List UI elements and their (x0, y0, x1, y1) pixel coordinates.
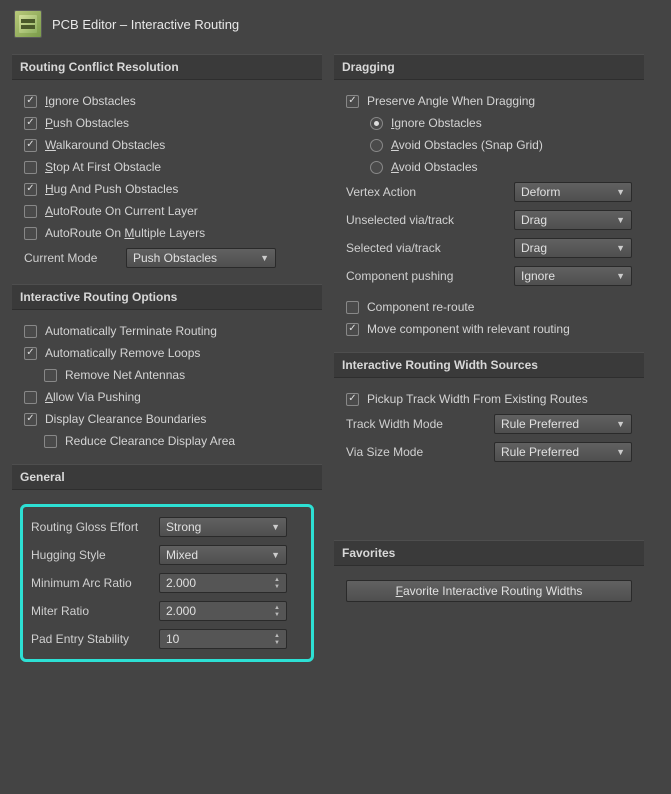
panel-width-sources: Interactive Routing Width Sources Pickup… (334, 352, 644, 468)
miter-label: Miter Ratio (31, 604, 151, 618)
via-size-label: Via Size Mode (346, 445, 452, 459)
check-remove-net-antennas[interactable]: Remove Net Antennas (20, 364, 314, 386)
checkbox-icon (24, 347, 37, 360)
panel-general: General Routing Gloss Effort Strong ▼ Hu… (12, 464, 322, 664)
check-pickup-track-width[interactable]: Pickup Track Width From Existing Routes (342, 388, 636, 410)
checkbox-icon (44, 369, 57, 382)
minarc-label: Minimum Arc Ratio (31, 576, 151, 590)
check-auto-terminate[interactable]: Automatically Terminate Routing (20, 320, 314, 342)
check-allow-via-pushing[interactable]: Allow Via Pushing (20, 386, 314, 408)
checkbox-icon (44, 435, 57, 448)
pad-label: Pad Entry Stability (31, 632, 151, 646)
chevron-down-icon: ▼ (616, 271, 625, 281)
radio-icon (370, 139, 383, 152)
check-move-component[interactable]: Move component with relevant routing (342, 318, 636, 340)
panel-header-conflict: Routing Conflict Resolution (12, 54, 322, 80)
unselected-via-label: Unselected via/track (346, 213, 476, 227)
checkbox-icon (24, 183, 37, 196)
vertex-action-label: Vertex Action (346, 185, 476, 199)
check-stop-at-first[interactable]: Stop At First Obstacle (20, 156, 314, 178)
checkbox-icon (24, 117, 37, 130)
panel-header-favorites: Favorites (334, 540, 644, 566)
selected-via-label: Selected via/track (346, 241, 476, 255)
panel-routing-options: Interactive Routing Options Automaticall… (12, 284, 322, 454)
check-push-obstacles[interactable]: Push Obstacles (20, 112, 314, 134)
hugging-label: Hugging Style (31, 548, 151, 562)
check-component-reroute[interactable]: Component re-route (342, 296, 636, 318)
track-width-label: Track Width Mode (346, 417, 452, 431)
selected-via-select[interactable]: Drag ▼ (514, 238, 632, 258)
chevron-down-icon: ▼ (616, 447, 625, 457)
chevron-down-icon: ▼ (616, 215, 625, 225)
panel-header-options: Interactive Routing Options (12, 284, 322, 310)
page-header: PCB Editor – Interactive Routing (0, 0, 671, 54)
check-display-clearance[interactable]: Display Clearance Boundaries (20, 408, 314, 430)
check-reduce-clearance[interactable]: Reduce Clearance Display Area (20, 430, 314, 452)
miter-spinner[interactable]: 2.000 ▲▼ (159, 601, 287, 621)
checkbox-icon (24, 413, 37, 426)
check-autoroute-current[interactable]: AutoRoute On Current Layer (20, 200, 314, 222)
pcb-editor-icon (14, 10, 42, 38)
minarc-spinner[interactable]: 2.000 ▲▼ (159, 573, 287, 593)
checkbox-icon (24, 161, 37, 174)
panel-favorites: Favorites Favorite Interactive Routing W… (334, 540, 644, 616)
check-autoroute-multiple[interactable]: AutoRoute On Multiple Layers (20, 222, 314, 244)
gloss-select[interactable]: Strong ▼ (159, 517, 287, 537)
radio-avoid-obstacles[interactable]: Avoid Obstacles (366, 156, 636, 178)
panel-conflict-resolution: Routing Conflict Resolution Ignore Obsta… (12, 54, 322, 274)
component-pushing-select[interactable]: Ignore ▼ (514, 266, 632, 286)
checkbox-icon (346, 323, 359, 336)
radio-icon (370, 117, 383, 130)
general-highlight: Routing Gloss Effort Strong ▼ Hugging St… (20, 504, 314, 662)
radio-icon (370, 161, 383, 174)
hugging-select[interactable]: Mixed ▼ (159, 545, 287, 565)
current-mode-label: Current Mode (24, 251, 118, 265)
pad-spinner[interactable]: 10 ▲▼ (159, 629, 287, 649)
panel-header-general: General (12, 464, 322, 490)
check-preserve-angle[interactable]: Preserve Angle When Dragging (342, 90, 636, 112)
vertex-action-select[interactable]: Deform ▼ (514, 182, 632, 202)
via-size-select[interactable]: Rule Preferred ▼ (494, 442, 632, 462)
radio-avoid-snap[interactable]: Avoid Obstacles (Snap Grid) (366, 134, 636, 156)
spinner-arrows-icon: ▲▼ (274, 633, 280, 646)
panel-header-dragging: Dragging (334, 54, 644, 80)
chevron-down-icon: ▼ (271, 522, 280, 532)
checkbox-icon (24, 205, 37, 218)
checkbox-icon (346, 301, 359, 314)
track-width-select[interactable]: Rule Preferred ▼ (494, 414, 632, 434)
panel-dragging: Dragging Preserve Angle When Dragging Ig… (334, 54, 644, 342)
check-hug-and-push[interactable]: Hug And Push Obstacles (20, 178, 314, 200)
page-title: PCB Editor – Interactive Routing (52, 17, 239, 32)
checkbox-icon (24, 391, 37, 404)
current-mode-select[interactable]: Push Obstacles ▼ (126, 248, 276, 268)
panel-header-width: Interactive Routing Width Sources (334, 352, 644, 378)
checkbox-icon (24, 139, 37, 152)
checkbox-icon (346, 95, 359, 108)
chevron-down-icon: ▼ (616, 243, 625, 253)
chevron-down-icon: ▼ (260, 253, 269, 263)
checkbox-icon (346, 393, 359, 406)
unselected-via-select[interactable]: Drag ▼ (514, 210, 632, 230)
radio-ignore-obstacles[interactable]: Ignore Obstacles (366, 112, 636, 134)
chevron-down-icon: ▼ (271, 550, 280, 560)
favorite-widths-button[interactable]: Favorite Interactive Routing Widths (346, 580, 632, 602)
checkbox-icon (24, 227, 37, 240)
chevron-down-icon: ▼ (616, 419, 625, 429)
check-auto-remove-loops[interactable]: Automatically Remove Loops (20, 342, 314, 364)
spinner-arrows-icon: ▲▼ (274, 605, 280, 618)
checkbox-icon (24, 325, 37, 338)
gloss-label: Routing Gloss Effort (31, 520, 151, 534)
check-ignore-obstacles[interactable]: Ignore Obstacles (20, 90, 314, 112)
spinner-arrows-icon: ▲▼ (274, 577, 280, 590)
chevron-down-icon: ▼ (616, 187, 625, 197)
check-walkaround-obstacles[interactable]: Walkaround Obstacles (20, 134, 314, 156)
component-pushing-label: Component pushing (346, 269, 476, 283)
checkbox-icon (24, 95, 37, 108)
